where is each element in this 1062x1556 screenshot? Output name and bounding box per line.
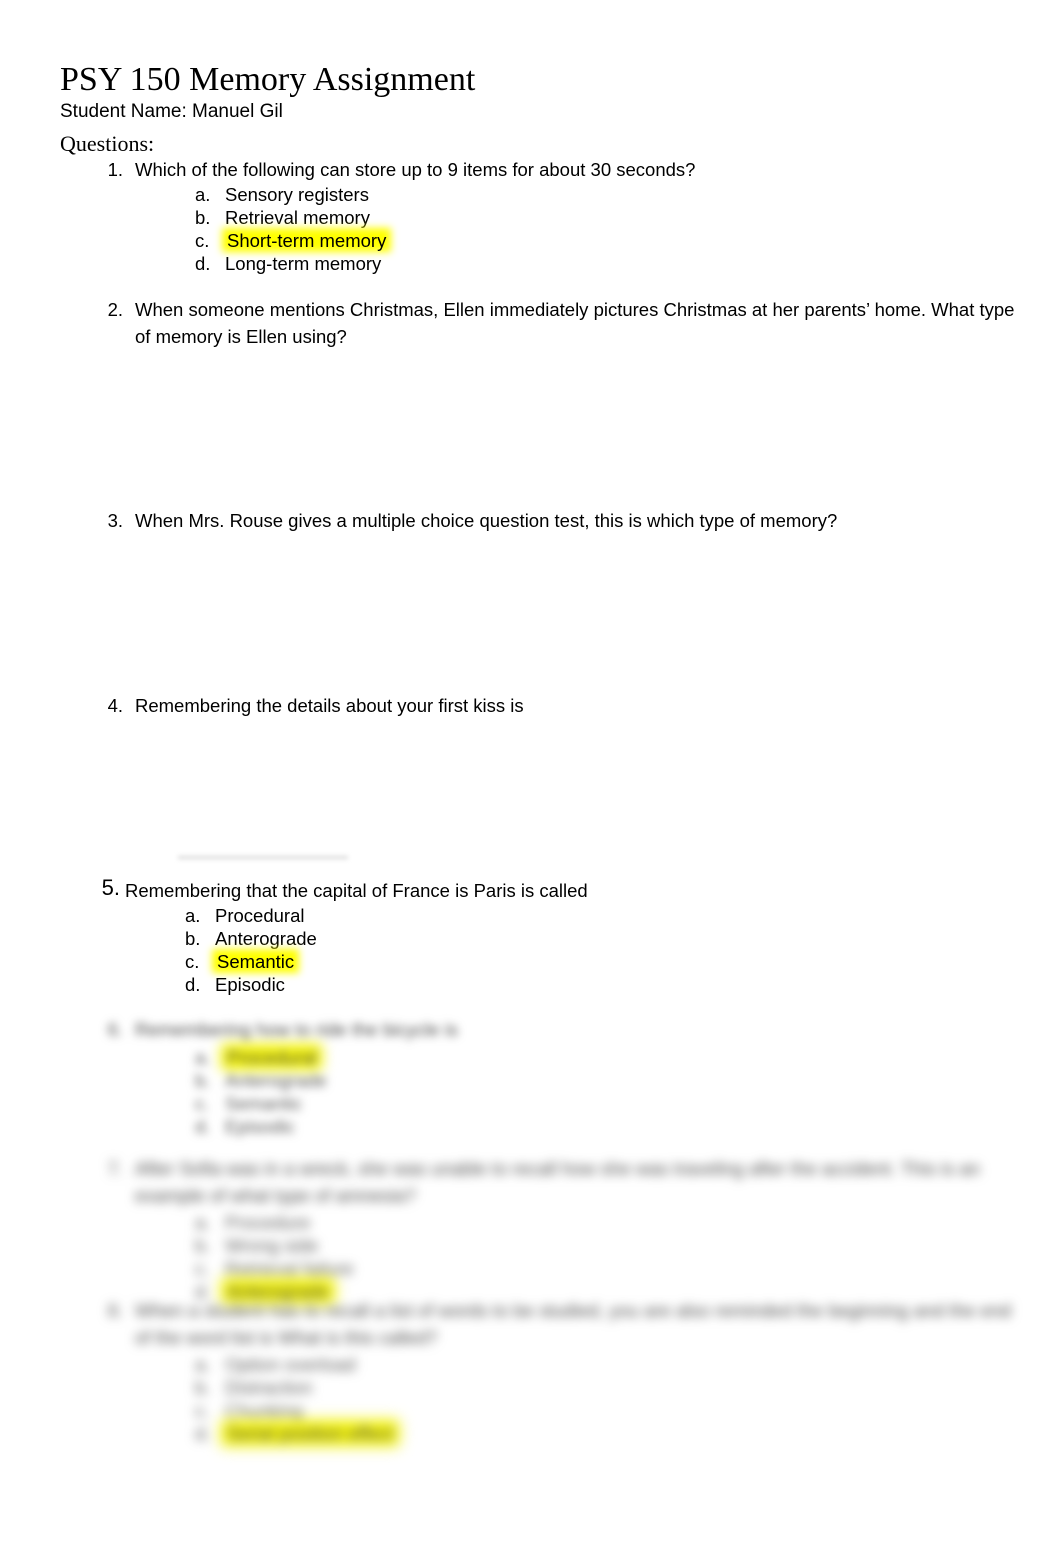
option-5d: d. Episodic: [185, 973, 317, 996]
option-1a-text: Sensory registers: [225, 184, 369, 205]
option-8a-letter: a.: [195, 1354, 211, 1375]
option-1d-text: Long-term memory: [225, 253, 382, 274]
question-1-options: a. Sensory registers b. Retrieval memory c…: [195, 183, 388, 275]
option-5a: a. Procedural: [185, 904, 317, 927]
question-4-number: 4.: [107, 695, 123, 716]
question-5-options: a. Procedural b. Anterograde c. Semantic d.…: [185, 904, 317, 996]
question-7-options: a. Procedure b. Wrong side c. Retrieval fai…: [195, 1211, 354, 1303]
page-title-subject: Memory Assignment: [189, 61, 476, 98]
option-1b: b. Retrieval memory: [195, 206, 388, 229]
option-1c: c. Short-term memory: [195, 229, 388, 252]
question-3-text: When Mrs. Rouse gives a multiple choice …: [135, 510, 838, 531]
option-8a-text: Option overload: [225, 1354, 356, 1375]
option-1b-letter: b.: [195, 207, 211, 228]
option-6b-text: Anterograde: [225, 1070, 327, 1091]
option-8c-letter: c.: [195, 1400, 210, 1421]
option-7b-text: Wrong side: [225, 1235, 319, 1256]
question-1-text: Which of the following can store up to 9…: [135, 159, 696, 180]
option-7a-text: Procedure: [225, 1212, 311, 1233]
option-6c: c. Semantic: [195, 1092, 327, 1115]
option-7c: c. Retrieval failure: [195, 1257, 354, 1280]
question-2-text: When someone mentions Christmas, Ellen i…: [135, 299, 1015, 347]
option-6b: b. Anterograde: [195, 1069, 327, 1092]
question-6-number: 6.: [107, 1019, 123, 1040]
option-6d-letter: d.: [195, 1116, 211, 1137]
option-5c-text-highlighted: Semantic: [217, 951, 295, 972]
question-8-number: 8.: [107, 1300, 123, 1321]
questions-heading: Questions:: [60, 131, 155, 156]
option-5a-text: Procedural: [215, 905, 305, 926]
option-7a: a. Procedure: [195, 1211, 354, 1234]
option-6b-letter: b.: [195, 1070, 211, 1091]
option-5d-letter: d.: [185, 974, 201, 995]
student-name-line: Student Name: Manuel Gil: [60, 101, 283, 122]
option-6c-text: Semantic: [225, 1093, 303, 1114]
question-8-text: When a student has to recall a list of w…: [135, 1300, 1012, 1348]
document-page: PSY 150 Memory Assignment Student Name: …: [0, 0, 1062, 1556]
faint-rule-artifact: [178, 856, 348, 859]
question-5-number: 5.: [101, 875, 120, 900]
option-1b-text: Retrieval memory: [225, 207, 370, 228]
option-6c-letter: c.: [195, 1093, 210, 1114]
option-6a: a. Procedural: [195, 1046, 327, 1069]
question-7-number: 7.: [107, 1158, 123, 1179]
question-1-number: 1.: [107, 159, 123, 180]
option-7b-letter: b.: [195, 1235, 211, 1256]
option-8c-text: Chunking: [225, 1400, 304, 1421]
option-5d-text: Episodic: [215, 974, 285, 995]
option-8c: c. Chunking: [195, 1399, 395, 1422]
option-7b: b. Wrong side: [195, 1234, 354, 1257]
question-6-options: a. Procedural b. Anterograde c. Semantic d.…: [195, 1046, 327, 1138]
option-5b-text: Anterograde: [215, 928, 317, 949]
option-8b-text: Distraction: [225, 1377, 313, 1398]
question-7-text: After Sofia was in a wreck, she was unab…: [135, 1158, 980, 1206]
option-1d: d. Long-term memory: [195, 252, 388, 275]
option-5a-letter: a.: [185, 905, 201, 926]
option-1c-letter: c.: [195, 230, 210, 251]
option-6a-text-highlighted: Procedural: [227, 1047, 317, 1068]
option-1d-letter: d.: [195, 253, 211, 274]
question-3-number: 3.: [107, 510, 123, 531]
question-8-options: a. Option overload b. Distraction c. Chunki…: [195, 1353, 395, 1445]
option-8d: d. Serial position effect: [195, 1422, 395, 1445]
option-7c-text: Retrieval failure: [225, 1258, 354, 1279]
option-1a-letter: a.: [195, 184, 211, 205]
option-8d-text-highlighted: Serial position effect: [227, 1423, 394, 1444]
option-8b: b. Distraction: [195, 1376, 395, 1399]
option-8b-letter: b.: [195, 1377, 211, 1398]
page-title: PSY 150 Memory Assignment: [60, 60, 475, 100]
question-2-number: 2.: [107, 299, 123, 320]
option-1a: a. Sensory registers: [195, 183, 388, 206]
option-8a: a. Option overload: [195, 1353, 395, 1376]
option-7a-letter: a.: [195, 1212, 211, 1233]
option-7c-letter: c.: [195, 1258, 210, 1279]
question-4-text: Remembering the details about your first…: [135, 695, 524, 716]
page-title-course: PSY 150: [60, 61, 190, 98]
option-1c-text-highlighted: Short-term memory: [227, 230, 387, 251]
question-6-text: Remembering how to ride the bicycle is: [135, 1019, 458, 1040]
option-6d-text: Episodic: [225, 1116, 295, 1137]
option-5b-letter: b.: [185, 928, 201, 949]
question-5-text: Remembering that the capital of France i…: [125, 880, 588, 901]
option-6d: d. Episodic: [195, 1115, 327, 1138]
option-5b: b. Anterograde: [185, 927, 317, 950]
option-5c: c. Semantic: [185, 950, 317, 973]
option-5c-letter: c.: [185, 951, 200, 972]
